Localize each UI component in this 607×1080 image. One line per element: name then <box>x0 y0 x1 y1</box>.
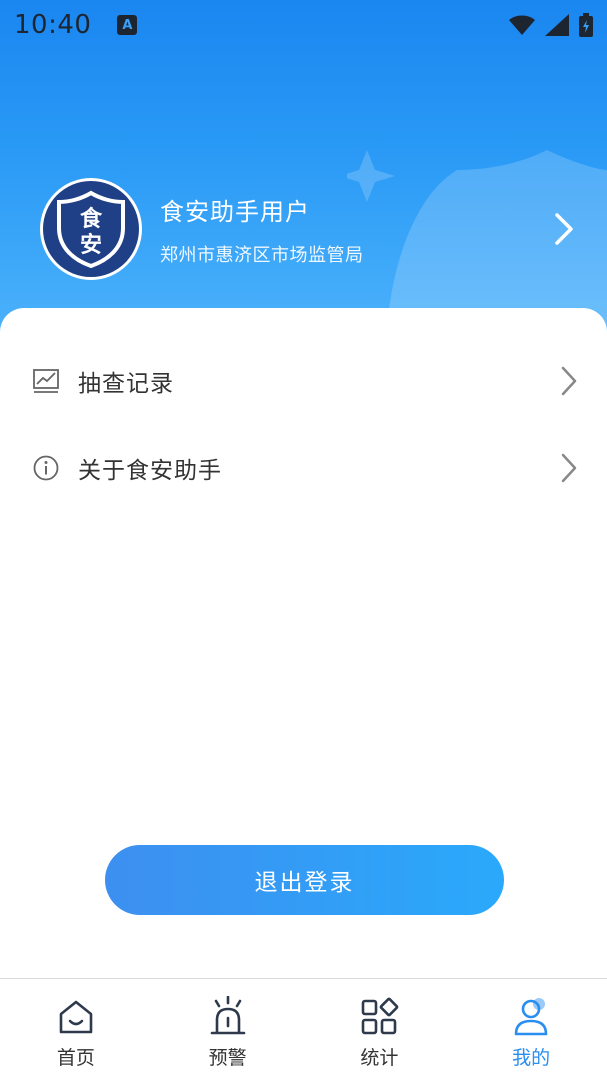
avatar-text-top: 食 <box>80 206 103 232</box>
chart-line-icon <box>32 367 60 395</box>
tab-alerts[interactable]: 预警 <box>152 979 304 1080</box>
status-time: 10:40 <box>14 10 92 40</box>
bottom-tab-bar: 首页 预警 统计 我的 <box>0 978 607 1080</box>
logout-button[interactable]: 退出登录 <box>105 845 504 915</box>
tab-mine[interactable]: 我的 <box>455 979 607 1080</box>
home-icon <box>54 995 98 1039</box>
profile-name: 食安助手用户 <box>160 197 310 226</box>
chevron-right-icon <box>561 366 577 396</box>
tab-label: 统计 <box>360 1047 399 1069</box>
shield-logo-icon: 食 安 <box>57 190 125 268</box>
chevron-right-icon <box>561 453 577 483</box>
battery-icon <box>579 13 593 37</box>
grid-icon <box>357 995 401 1039</box>
profile-row[interactable]: 食 安 食安助手用户 郑州市惠济区市场监管局 <box>40 178 580 280</box>
cell-signal-icon <box>545 14 569 36</box>
header-background <box>0 0 607 340</box>
profile-organization: 郑州市惠济区市场监管局 <box>160 244 364 266</box>
avatar-badge: 食 安 <box>43 181 139 277</box>
notification-a-icon: A <box>117 15 138 35</box>
alarm-icon <box>206 995 250 1039</box>
tab-home[interactable]: 首页 <box>0 979 152 1080</box>
wifi-icon <box>509 15 535 35</box>
menu-item-inspection-records[interactable]: 抽查记录 <box>0 338 607 424</box>
menu-item-label: 抽查记录 <box>78 371 174 397</box>
menu-item-about[interactable]: 关于食安助手 <box>0 425 607 511</box>
user-icon <box>509 995 553 1039</box>
avatar: 食 安 <box>40 178 142 280</box>
tab-label: 我的 <box>512 1047 551 1069</box>
tab-statistics[interactable]: 统计 <box>304 979 456 1080</box>
tab-label: 预警 <box>208 1047 247 1069</box>
chevron-right-icon <box>555 213 573 245</box>
avatar-text-bottom: 安 <box>80 232 102 258</box>
tab-label: 首页 <box>56 1047 95 1069</box>
status-icons <box>509 13 593 37</box>
info-icon <box>32 454 60 482</box>
status-bar: 10:40 A <box>0 0 607 50</box>
menu-item-label: 关于食安助手 <box>78 458 222 484</box>
profile-text: 食安助手用户 郑州市惠济区市场监管局 <box>160 192 364 267</box>
